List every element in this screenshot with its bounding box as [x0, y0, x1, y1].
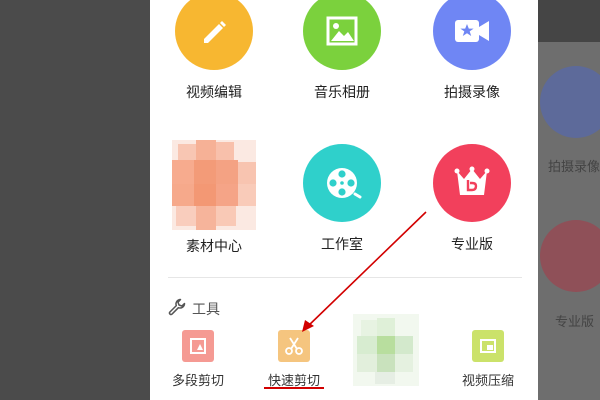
feature-label: 素材中心: [186, 239, 242, 255]
feature-music-album[interactable]: 音乐相册: [282, 0, 402, 102]
tool-label: 视频压缩: [461, 374, 514, 389]
background-label-shoot: 拍摄录像: [548, 160, 600, 175]
multi-cut-icon: [182, 330, 214, 362]
video-camera-icon: [433, 0, 511, 70]
dimmed-background-right: 拍摄录像 专业版: [538, 0, 600, 400]
blurred-tool-icon: [353, 314, 419, 386]
film-reel-icon: [303, 144, 381, 222]
feature-label: 工作室: [321, 237, 363, 253]
picture-icon: [303, 0, 381, 70]
background-video-camera-icon: [540, 66, 600, 138]
tool-blurred[interactable]: [336, 314, 436, 386]
wrench-icon: [168, 298, 186, 320]
tools-section-title: 工具: [192, 302, 220, 318]
feature-studio[interactable]: 工作室: [282, 144, 402, 254]
section-divider: [168, 277, 522, 278]
dimmed-background-left: [0, 0, 150, 400]
scissors-icon: [278, 330, 310, 362]
background-label-pro: 专业版: [555, 315, 595, 330]
tool-video-compress[interactable]: 视频压缩: [438, 330, 538, 389]
feature-label: 专业版: [451, 237, 493, 253]
tool-label: 多段剪切: [171, 374, 224, 389]
feature-label: 音乐相册: [314, 85, 370, 101]
background-topbar: [538, 0, 600, 42]
feature-menu-panel: 视频编辑 音乐相册 拍摄录像 素材中心 工作室 专业版 工具 多段剪切 快速剪切…: [150, 0, 538, 400]
feature-label: 拍摄录像: [444, 85, 500, 101]
tool-multi-cut[interactable]: 多段剪切: [148, 330, 248, 389]
compress-icon: [472, 330, 504, 362]
feature-video-edit[interactable]: 视频编辑: [154, 0, 274, 102]
tools-section-header: 工具: [168, 298, 220, 320]
highlight-underline: [264, 387, 324, 389]
feature-pro-version[interactable]: 专业版: [412, 144, 532, 254]
material-icon: [172, 140, 256, 230]
tool-quick-cut[interactable]: 快速剪切: [244, 330, 344, 389]
feature-label: 视频编辑: [186, 85, 242, 101]
crown-icon: [433, 144, 511, 222]
background-crown-icon: [540, 220, 600, 292]
feature-material-center[interactable]: 素材中心: [154, 140, 274, 256]
pencil-icon: [175, 0, 253, 70]
feature-shoot-record[interactable]: 拍摄录像: [412, 0, 532, 102]
